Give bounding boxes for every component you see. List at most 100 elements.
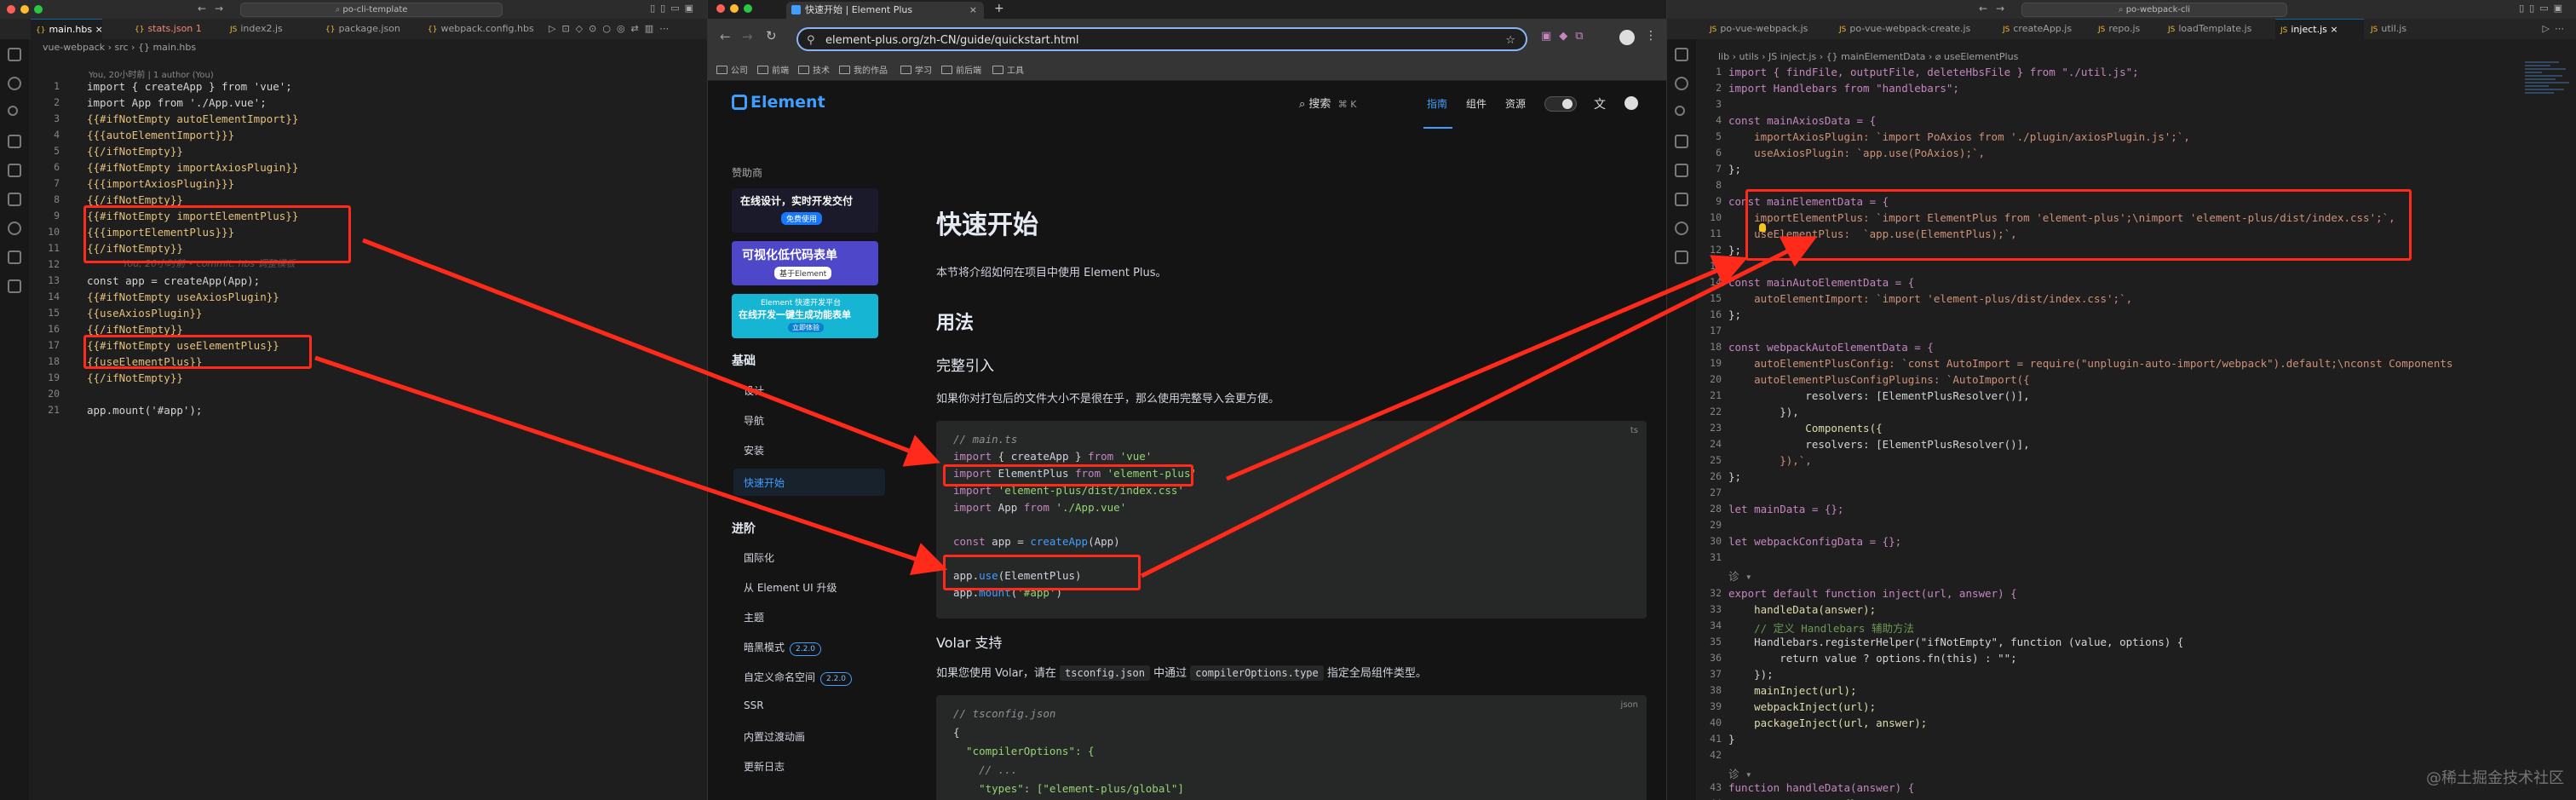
tab-loadtemplate[interactable]: JS loadTemplate.js [2163, 19, 2274, 39]
close-tab-icon[interactable]: × [2330, 24, 2337, 35]
sponsor-ad-2[interactable]: 可视化低代码表单 基于Element [732, 241, 878, 285]
source-control-icon[interactable] [1675, 106, 1685, 116]
command-center-search[interactable]: ⌕ po-cli-template [240, 3, 503, 17]
close-window-button[interactable] [716, 4, 725, 13]
sponsor-ad-3[interactable]: Element 快速开发平台 在线开发一键生成功能表单 立即体验 [732, 294, 878, 338]
sidebar-item-install[interactable]: 安装 [744, 443, 764, 458]
minimize-window-button[interactable] [730, 4, 739, 13]
tab-stats-json[interactable]: {} stats.json 1 [129, 19, 215, 39]
docker-icon[interactable] [8, 250, 21, 264]
tab-repo[interactable]: JS repo.js [2093, 19, 2161, 39]
minimap[interactable] [2525, 60, 2573, 119]
bookmark-folder[interactable]: 公司 [716, 63, 748, 76]
layout-icons[interactable]: ▯▯▭▣ [650, 3, 699, 14]
tab-index2-js[interactable]: JS index2.js [225, 19, 310, 39]
more-menu-icon[interactable]: ⋮ [1645, 29, 1657, 43]
docker-icon[interactable] [1675, 250, 1688, 264]
dark-mode-toggle[interactable] [1544, 96, 1577, 112]
site-info-icon[interactable]: ⚲ [807, 29, 815, 53]
tab-createapp[interactable]: JS createApp.js [1998, 19, 2091, 39]
editor-action-icons[interactable]: ▷⋯ [2543, 23, 2569, 34]
extension-icons[interactable]: ▣◆⧉ [1541, 30, 1591, 43]
sidebar-item-changelog[interactable]: 更新日志 [744, 759, 785, 774]
element-logo[interactable]: Element [732, 93, 825, 112]
nav-guide[interactable]: 指南 [1427, 96, 1447, 111]
back-arrow-icon[interactable]: ← [198, 3, 206, 14]
extensions-icon[interactable] [1675, 164, 1688, 177]
sidebar-item-quickstart-active[interactable]: 快速开始 [733, 469, 885, 496]
sidebar-item-transition[interactable]: 内置过渡动画 [744, 729, 805, 744]
sidebar-item-theme[interactable]: 主题 [744, 610, 764, 624]
back-arrow-icon[interactable]: ← [720, 29, 731, 44]
tab-inject[interactable]: JS inject.js × [2275, 19, 2364, 39]
minimize-window-button[interactable] [20, 5, 29, 14]
sidebar-item-design[interactable]: 设计 [744, 383, 764, 398]
tab-package-json[interactable]: {} package.json [320, 19, 414, 39]
forward-arrow-icon[interactable]: → [215, 3, 223, 14]
browser-tab-quickstart[interactable]: 快速开始 | Element Plus × [786, 2, 984, 19]
git-graph-icon[interactable] [8, 222, 21, 235]
code-line: }),`, [1728, 454, 1812, 467]
bookmark-folder[interactable]: 我的作品 [839, 63, 888, 76]
breadcrumb[interactable]: vue-webpack › src › {} main.hbs [43, 39, 196, 56]
command-center-search[interactable]: ⌕ po-webpack-cli [2021, 3, 2287, 17]
bookmark-folder[interactable]: 技术 [798, 63, 830, 76]
remote-icon[interactable] [1675, 193, 1688, 206]
forward-arrow-icon[interactable]: → [742, 29, 753, 44]
new-tab-button[interactable]: + [994, 2, 1004, 15]
browser-toolbar: ← → ↻ ⚲ element-plus.org/zh-CN/guide/qui… [708, 19, 1666, 60]
forward-arrow-icon[interactable]: → [1996, 3, 2004, 14]
sidebar-item-dark-mode[interactable]: 暗黑模式 2.2.0 [744, 640, 821, 656]
doc-search-button[interactable]: ⌕ 搜索 ⌘ K [1299, 95, 1356, 111]
tab-webpack-config-hbs[interactable]: {} webpack.config.hbs [423, 19, 542, 39]
editor-action-icons[interactable]: ▷⊡◇⊙○◎⇄▥⋯ [549, 23, 675, 34]
translate-icon[interactable]: 文 [1594, 95, 1606, 112]
bookmark-folder[interactable]: 学习 [900, 63, 932, 76]
run-debug-icon[interactable] [1675, 135, 1688, 148]
code-line: }; [1728, 163, 1742, 176]
extensions-icon[interactable] [8, 164, 21, 177]
close-tab-icon[interactable]: × [969, 2, 977, 19]
code-line: }; [1728, 308, 1742, 321]
close-tab-icon[interactable]: × [95, 24, 103, 35]
sidebar-item-namespace[interactable]: 自定义命名空间 2.2.0 [744, 670, 852, 686]
bookmark-folder[interactable]: 前后端 [941, 63, 981, 76]
profile-avatar[interactable] [1619, 30, 1635, 45]
close-window-button[interactable] [7, 5, 15, 14]
back-arrow-icon[interactable]: ← [1979, 3, 1987, 14]
search-icon[interactable] [8, 77, 21, 90]
code-block-tsconfig[interactable]: json // tsconfig.json { "compilerOptions… [936, 695, 1647, 800]
search-icon[interactable] [1675, 77, 1688, 90]
sidebar-item-i18n[interactable]: 国际化 [744, 550, 774, 565]
source-control-icon[interactable] [8, 106, 18, 116]
nav-resources[interactable]: 资源 [1505, 96, 1526, 111]
sponsor-ad-1[interactable]: 在线设计，实时开发交付 免费使用 [732, 188, 878, 233]
explorer-icon[interactable] [1675, 48, 1688, 61]
blame-annotation[interactable]: You, 20小时前 | 1 author (You) [89, 67, 214, 80]
maximize-window-button[interactable] [744, 4, 752, 13]
nav-components[interactable]: 组件 [1466, 96, 1486, 111]
tab-po-vue-webpack-create[interactable]: JS po-vue-webpack-create.js [1834, 19, 1996, 39]
layout-icons[interactable]: ▯▯▭▣ [2519, 3, 2567, 14]
right-code-area[interactable]: 1 import { findFile, outputFile, deleteHb… [1701, 66, 2519, 800]
reload-icon[interactable]: ↻ [766, 28, 777, 43]
address-bar[interactable]: ⚲ element-plus.org/zh-CN/guide/quickstar… [796, 27, 1527, 51]
bookmark-folder[interactable]: 工具 [992, 63, 1024, 76]
maximize-window-button[interactable] [34, 5, 43, 14]
breadcrumb[interactable]: lib › utils › JS inject.js › {} mainElem… [1718, 49, 2018, 66]
tab-po-vue-webpack[interactable]: JS po-vue-webpack.js [1705, 19, 1832, 39]
code-line: webpackInject(url); [1728, 700, 1877, 713]
tab-util[interactable]: JS util.js [2366, 19, 2434, 39]
run-debug-icon[interactable] [8, 135, 21, 148]
extension-icon[interactable] [8, 279, 21, 293]
tab-main-hbs[interactable]: {} main.hbs × [31, 19, 103, 39]
sidebar-item-upgrade[interactable]: 从 Element UI 升级 [744, 580, 837, 595]
github-icon[interactable] [1624, 96, 1638, 110]
bookmark-folder[interactable]: 前端 [757, 63, 789, 76]
bookmark-star-icon[interactable]: ☆ [1505, 29, 1515, 53]
git-graph-icon[interactable] [1675, 222, 1688, 235]
explorer-icon[interactable] [8, 48, 21, 61]
remote-icon[interactable] [8, 193, 21, 206]
sidebar-item-ssr[interactable]: SSR [744, 699, 764, 711]
sidebar-item-nav[interactable]: 导航 [744, 413, 764, 428]
